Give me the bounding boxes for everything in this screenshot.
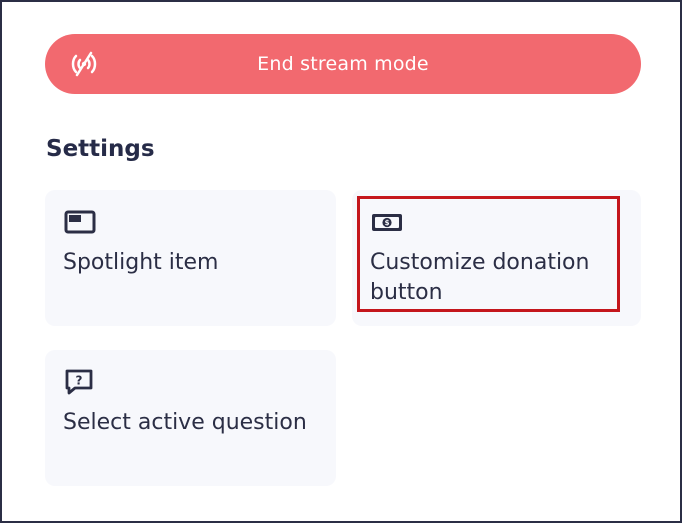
panel-frame: End stream mode Settings Spotlight item …: [0, 0, 682, 523]
end-stream-mode-button[interactable]: End stream mode: [45, 34, 641, 94]
end-stream-mode-label: End stream mode: [257, 53, 429, 75]
select-active-question-label: Select active question: [63, 410, 307, 435]
customize-donation-button-card[interactable]: $ Customize donation button: [352, 190, 641, 326]
cash-icon: $: [372, 214, 402, 231]
spotlight-item-card[interactable]: Spotlight item: [45, 190, 336, 326]
customize-donation-button-label: Customize donation button: [370, 250, 590, 305]
svg-text:?: ?: [76, 374, 83, 388]
settings-heading: Settings: [46, 136, 155, 162]
signal-off-icon: [71, 51, 97, 77]
svg-text:$: $: [385, 219, 390, 227]
spotlight-item-label: Spotlight item: [63, 250, 219, 275]
question-bubble-icon: ?: [65, 369, 93, 395]
spotlight-icon: [64, 210, 96, 234]
select-active-question-card[interactable]: ? Select active question: [45, 350, 336, 486]
